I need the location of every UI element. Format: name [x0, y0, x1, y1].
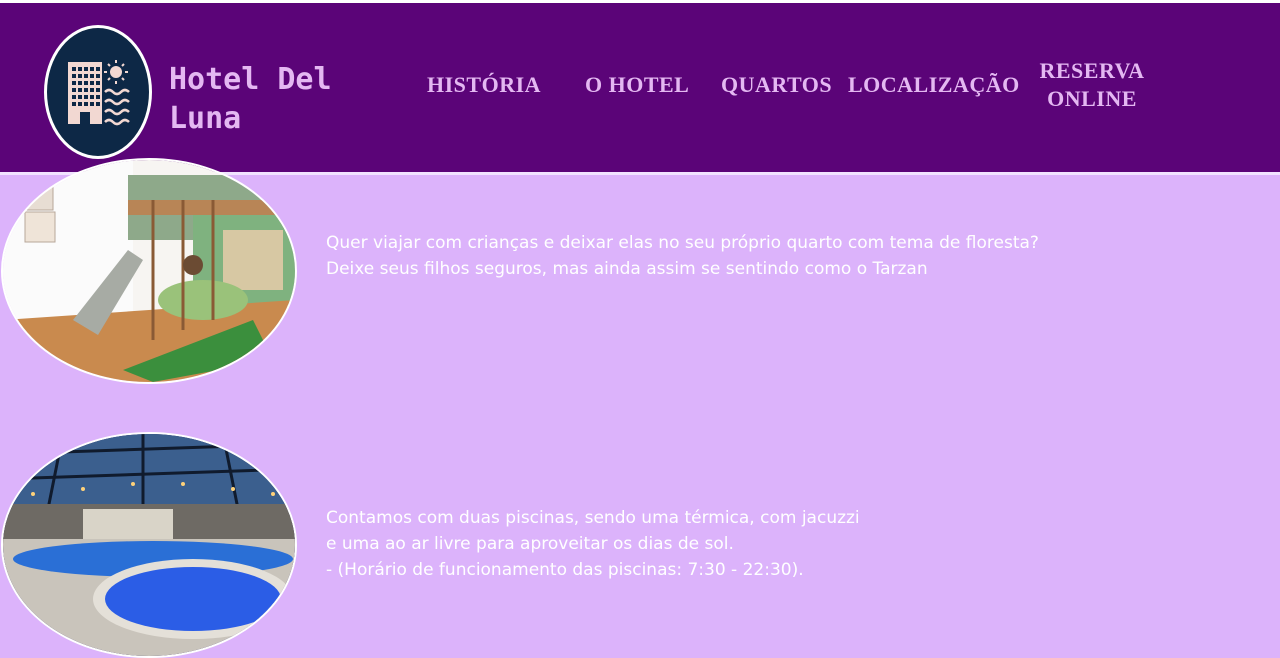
pool-line-3: - (Horário de funcionamento das piscinas…: [326, 560, 804, 580]
hotel-logo[interactable]: [44, 25, 152, 159]
kids-room-description: Quer viajar com crianças e deixar elas n…: [326, 230, 1039, 282]
nav-reserva-online[interactable]: RESERVA ONLINE: [1036, 57, 1148, 113]
site-header: Hotel Del Luna HISTÓRIA O HOTEL QUARTOS …: [0, 3, 1280, 172]
kids-room-line-1: Quer viajar com crianças e deixar elas n…: [326, 233, 1039, 253]
pool-line-1: Contamos com duas piscinas, sendo uma té…: [326, 508, 860, 528]
nav-o-hotel[interactable]: O HOTEL: [585, 71, 689, 99]
nav-localizacao[interactable]: LOCALIZAÇÃO: [848, 71, 1020, 99]
pool-jacuzzi-photo: [1, 432, 297, 658]
kids-jungle-room-photo: [1, 158, 297, 384]
hotel-building-sea-icon: [68, 60, 130, 126]
nav-quartos[interactable]: QUARTOS: [721, 71, 832, 99]
nav-historia[interactable]: HISTÓRIA: [427, 71, 541, 99]
kids-room-line-2: Deixe seus filhos seguros, mas ainda ass…: [326, 259, 928, 279]
pool-line-2: e uma ao ar livre para aproveitar os dia…: [326, 534, 734, 554]
brand-name: Hotel Del Luna: [169, 62, 332, 136]
pool-description: Contamos com duas piscinas, sendo uma té…: [326, 505, 860, 583]
